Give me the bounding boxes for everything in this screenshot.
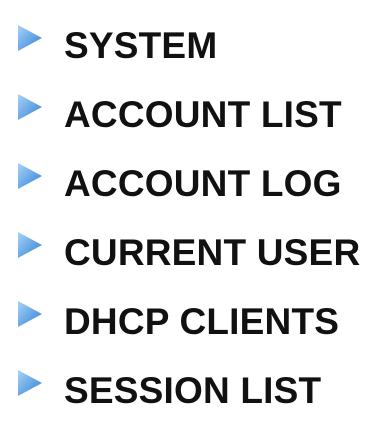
menu-item-label: SYSTEM — [64, 25, 218, 66]
blue-triangle-arrow-icon — [18, 25, 42, 51]
menu-item-session-list[interactable]: SESSION LIST — [0, 361, 392, 421]
menu-item-system[interactable]: SYSTEM — [0, 16, 392, 76]
menu-item-account-log[interactable]: ACCOUNT LOG — [0, 154, 392, 214]
menu-item-label: CURRENT USER — [64, 232, 361, 273]
menu-item-dhcp-clients[interactable]: DHCP CLIENTS — [0, 292, 392, 352]
menu-item-label: ACCOUNT LOG — [64, 163, 342, 204]
navigation-menu: SYSTEM ACCOUNT LIST ACCOUNT LOG CURRENT … — [0, 0, 392, 412]
menu-item-current-user[interactable]: CURRENT USER — [0, 223, 392, 283]
menu-item-label: SESSION LIST — [64, 370, 322, 411]
blue-triangle-arrow-icon — [18, 163, 42, 189]
blue-triangle-arrow-icon — [18, 232, 42, 258]
blue-triangle-arrow-icon — [18, 94, 42, 120]
blue-triangle-arrow-icon — [18, 301, 42, 327]
menu-item-label: ACCOUNT LIST — [64, 94, 342, 135]
menu-item-account-list[interactable]: ACCOUNT LIST — [0, 85, 392, 145]
menu-item-label: DHCP CLIENTS — [64, 301, 340, 342]
blue-triangle-arrow-icon — [18, 370, 42, 396]
